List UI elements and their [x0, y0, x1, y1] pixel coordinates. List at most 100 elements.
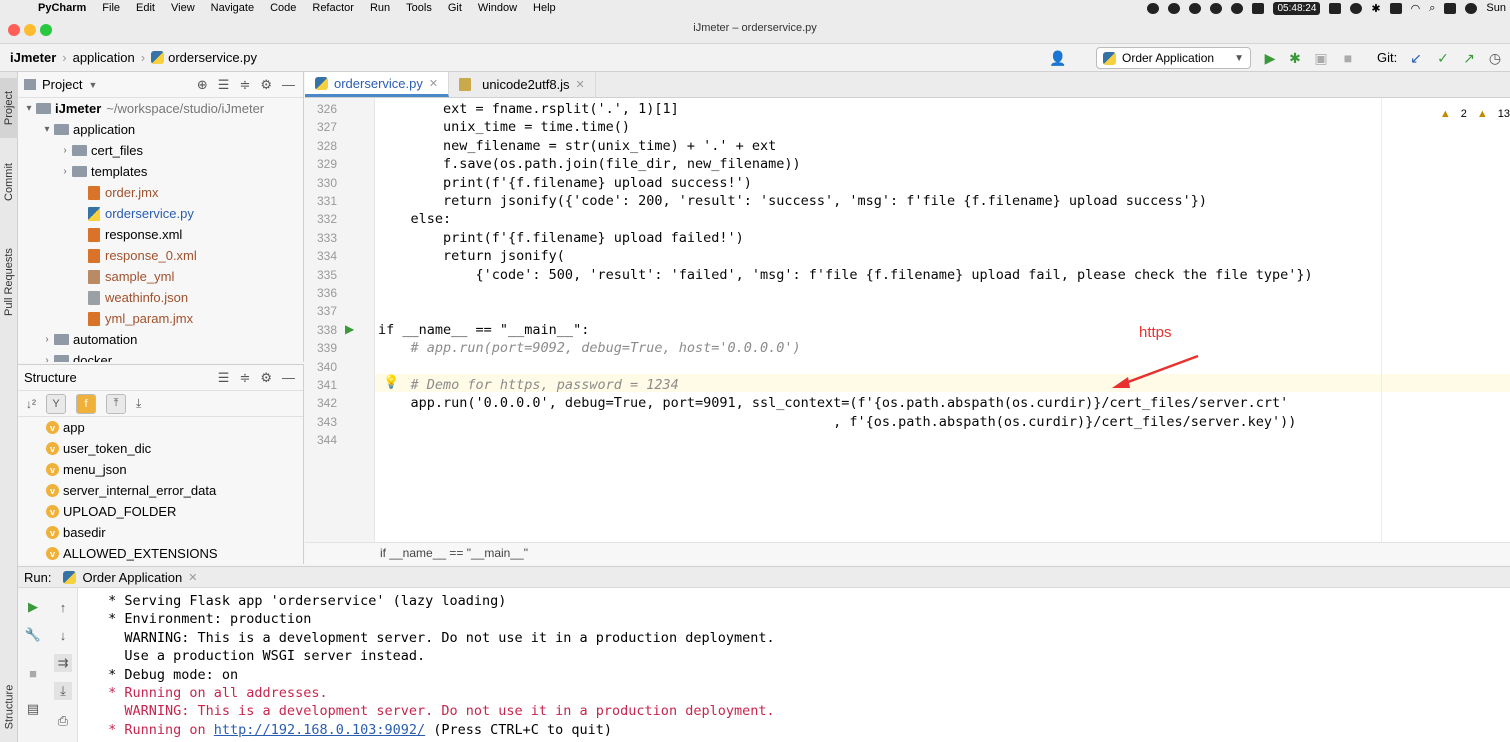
tool-tab-commit[interactable]: Commit: [0, 152, 18, 212]
print-icon[interactable]: ⎙: [54, 712, 72, 730]
tray-icon-5[interactable]: [1252, 2, 1265, 14]
rerun-icon[interactable]: ▶: [24, 598, 42, 616]
breadcrumb-folder[interactable]: application: [67, 50, 141, 65]
layout-icon[interactable]: ▤: [24, 700, 42, 718]
tree-item[interactable]: › docker: [18, 350, 303, 362]
run-icon[interactable]: ▶: [1262, 50, 1278, 66]
tool-tab-pull-requests[interactable]: Pull Requests: [0, 232, 18, 332]
stop-icon[interactable]: ■: [24, 664, 42, 682]
tray-icon-1[interactable]: [1147, 2, 1160, 14]
expand-all-icon[interactable]: ☰: [218, 77, 230, 93]
wifi-icon[interactable]: ◠: [1411, 2, 1421, 15]
stop-icon[interactable]: ■: [1340, 50, 1356, 66]
collapse-all-icon[interactable]: ≑: [239, 370, 250, 386]
run-console[interactable]: ▶ ↑ 🔧 ↓ ■ ⇉ ⤓ ▤ ⎙ * Serving Flask app 'o…: [18, 588, 1510, 742]
run-gutter-icon[interactable]: ▶: [345, 322, 354, 336]
git-update-icon[interactable]: ↙: [1408, 50, 1424, 66]
chevron-right-icon[interactable]: ›: [58, 166, 72, 177]
tab-unicode2utf8[interactable]: unicode2utf8.js ✕: [449, 72, 596, 97]
console-url-link[interactable]: http://192.168.0.103:9092/: [214, 722, 425, 738]
chevron-down-icon[interactable]: ▾: [40, 124, 54, 135]
expand-all-icon[interactable]: ☰: [218, 370, 230, 386]
chevron-right-icon[interactable]: ›: [58, 145, 72, 156]
tab-orderservice[interactable]: orderservice.py ✕: [305, 72, 450, 97]
tree-root[interactable]: ▾ iJmeter ~/workspace/studio/iJmeter: [18, 98, 303, 119]
structure-item[interactable]: v app: [18, 417, 303, 438]
chevron-down-icon[interactable]: ▾: [22, 103, 36, 114]
menu-git[interactable]: Git: [440, 2, 470, 14]
project-panel-title[interactable]: Project: [42, 77, 82, 92]
chevron-right-icon[interactable]: ›: [40, 355, 54, 362]
chevron-down-icon[interactable]: ▼: [88, 80, 97, 90]
menu-refactor[interactable]: Refactor: [304, 2, 362, 14]
gear-icon[interactable]: ⚙: [260, 370, 272, 386]
chevron-right-icon[interactable]: ›: [40, 334, 54, 345]
tree-item[interactable]: orderservice.py: [18, 203, 303, 224]
hide-panel-icon[interactable]: —: [282, 77, 295, 93]
inspection-widget[interactable]: ▲ 2 ▲ 13: [1440, 108, 1510, 120]
git-push-icon[interactable]: ↗: [1461, 50, 1477, 66]
siri-icon[interactable]: [1465, 2, 1478, 14]
close-icon[interactable]: ✕: [429, 77, 438, 90]
soft-wrap-icon[interactable]: ⇉: [54, 654, 72, 672]
moon-icon[interactable]: [1189, 2, 1202, 14]
scroll-down-icon[interactable]: ↓: [54, 626, 72, 644]
history-icon[interactable]: ◷: [1487, 50, 1503, 66]
structure-item[interactable]: v server_internal_error_data: [18, 480, 303, 501]
menu-file[interactable]: File: [94, 2, 128, 14]
tree-item[interactable]: sample_yml: [18, 266, 303, 287]
menu-window[interactable]: Window: [470, 2, 525, 14]
battery-icon[interactable]: [1389, 2, 1402, 14]
menu-run[interactable]: Run: [362, 2, 398, 14]
menu-view[interactable]: View: [163, 2, 203, 14]
tool-tab-project[interactable]: Project: [0, 78, 18, 138]
editor-breadcrumb[interactable]: if __name__ == "__main__": [305, 542, 1510, 564]
show-fields-icon[interactable]: Y: [46, 393, 66, 414]
lightbulb-icon[interactable]: 💡: [383, 374, 399, 390]
tree-item[interactable]: response.xml: [18, 224, 303, 245]
git-commit-icon[interactable]: ✓: [1435, 50, 1451, 66]
coverage-icon[interactable]: ▣: [1313, 50, 1329, 66]
autoscroll-from-source-icon[interactable]: ⤓: [136, 396, 141, 411]
wrench-icon[interactable]: 🔧: [24, 626, 42, 644]
collapse-all-icon[interactable]: ≑: [239, 77, 250, 93]
tray-icon-3[interactable]: [1210, 2, 1223, 14]
menu-tools[interactable]: Tools: [398, 2, 440, 14]
tree-item[interactable]: › cert_files: [18, 140, 303, 161]
tree-item[interactable]: weathinfo.json: [18, 287, 303, 308]
code-editor[interactable]: 326 327 328 329 330 331 332 333 334 335 336 337 338 3…: [305, 98, 1510, 542]
close-icon[interactable]: ✕: [576, 78, 585, 91]
tree-item[interactable]: › automation: [18, 329, 303, 350]
run-configuration-select[interactable]: Order Application ▼: [1096, 47, 1251, 69]
show-functions-icon[interactable]: f: [76, 393, 96, 414]
tray-icon-2[interactable]: [1168, 2, 1181, 14]
menu-navigate[interactable]: Navigate: [203, 2, 262, 14]
structure-item[interactable]: v user_token_dic: [18, 438, 303, 459]
structure-item[interactable]: v basedir: [18, 522, 303, 543]
menu-app-name[interactable]: PyCharm: [30, 2, 94, 14]
tree-item[interactable]: order.jmx: [18, 182, 303, 203]
headphones-icon[interactable]: [1350, 2, 1363, 14]
structure-item[interactable]: v UPLOAD_FOLDER: [18, 501, 303, 522]
menu-code[interactable]: Code: [262, 2, 304, 14]
locate-file-icon[interactable]: ⊕: [197, 77, 208, 93]
breadcrumb-file[interactable]: orderservice.py: [145, 50, 263, 65]
autoscroll-to-source-icon[interactable]: ⤒: [106, 393, 126, 414]
tree-item[interactable]: response_0.xml: [18, 245, 303, 266]
tree-item[interactable]: yml_param.jmx: [18, 308, 303, 329]
tray-icon-4[interactable]: [1231, 2, 1244, 14]
bluetooth-icon[interactable]: ✱: [1371, 2, 1380, 15]
menu-edit[interactable]: Edit: [128, 2, 163, 14]
spotlight-search-icon[interactable]: ⌕: [1429, 2, 1435, 15]
close-icon[interactable]: ✕: [182, 571, 197, 584]
user-icon[interactable]: 👤: [1049, 50, 1066, 66]
run-tab-order-application[interactable]: Order Application: [76, 570, 182, 585]
control-center-icon[interactable]: [1444, 2, 1457, 14]
scroll-to-end-icon[interactable]: ⤓: [54, 682, 72, 700]
tray-icon-6[interactable]: [1329, 2, 1342, 14]
breadcrumb-project[interactable]: iJmeter: [0, 50, 62, 65]
menubar-clock[interactable]: 05:48:24: [1273, 1, 1321, 15]
sort-alphabetically-icon[interactable]: ↓²: [26, 397, 36, 411]
structure-item[interactable]: v ALLOWED_EXTENSIONS: [18, 543, 303, 564]
hide-panel-icon[interactable]: —: [282, 370, 295, 386]
